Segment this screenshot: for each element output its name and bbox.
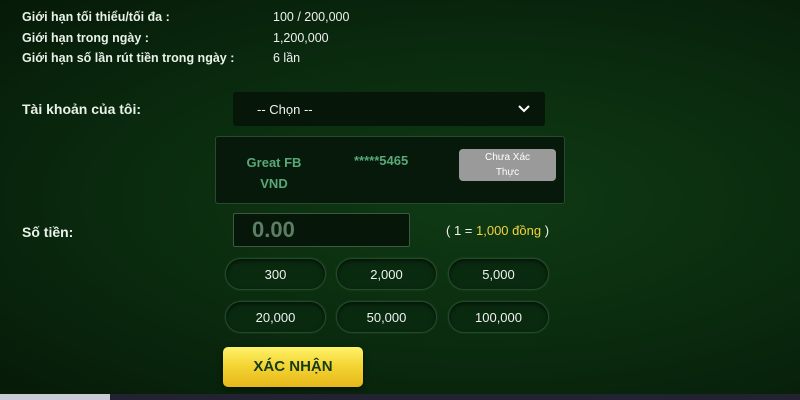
limit-value: 100 / 200,000 — [273, 10, 350, 24]
amount-label: Số tiền: — [22, 224, 74, 240]
status-line: Thực — [495, 167, 520, 178]
bottom-bar — [0, 394, 800, 400]
quick-amount-button[interactable]: 300 — [225, 258, 326, 290]
quick-amount-button[interactable]: 20,000 — [225, 301, 326, 333]
unverified-status-button[interactable]: Chưa Xác Thực — [459, 149, 556, 181]
limit-value: 6 lần — [273, 51, 301, 65]
bank-name: Great FB VND — [234, 152, 314, 194]
confirm-button[interactable]: XÁC NHẬN — [223, 347, 363, 387]
account-card[interactable]: Great FB VND *****5465 Chưa Xác Thực — [215, 136, 565, 204]
bank-name-line: Great FB — [246, 155, 302, 170]
quick-amount-button[interactable]: 2,000 — [336, 258, 437, 290]
account-label: Tài khoản của tôi: — [22, 101, 142, 117]
limit-label: Giới hạn số lần rút tiền trong ngày : — [22, 51, 235, 65]
limit-value: 1,200,000 — [273, 31, 329, 45]
bank-currency: VND — [260, 176, 288, 191]
quick-amount-button[interactable]: 5,000 — [448, 258, 549, 290]
rate-suffix: ) — [541, 223, 550, 238]
account-number: *****5465 — [354, 153, 409, 168]
chevron-down-icon — [517, 104, 531, 114]
rate-highlight: 1,000 đồng — [476, 223, 542, 238]
account-select-value: -- Chọn -- — [257, 101, 313, 117]
exchange-rate: ( 1 = 1,000 đồng ) — [446, 223, 549, 238]
account-select[interactable]: -- Chọn -- — [233, 92, 545, 126]
status-line: Chưa Xác — [484, 152, 531, 163]
quick-amount-button[interactable]: 100,000 — [448, 301, 549, 333]
limit-label: Giới hạn tối thiểu/tối đa : — [22, 10, 170, 24]
limit-label: Giới hạn trong ngày : — [22, 31, 149, 45]
rate-prefix: ( 1 = — [446, 223, 476, 238]
bottom-bar-segment — [0, 394, 110, 400]
amount-input[interactable]: 0.00 — [233, 213, 410, 247]
quick-amount-button[interactable]: 50,000 — [336, 301, 437, 333]
